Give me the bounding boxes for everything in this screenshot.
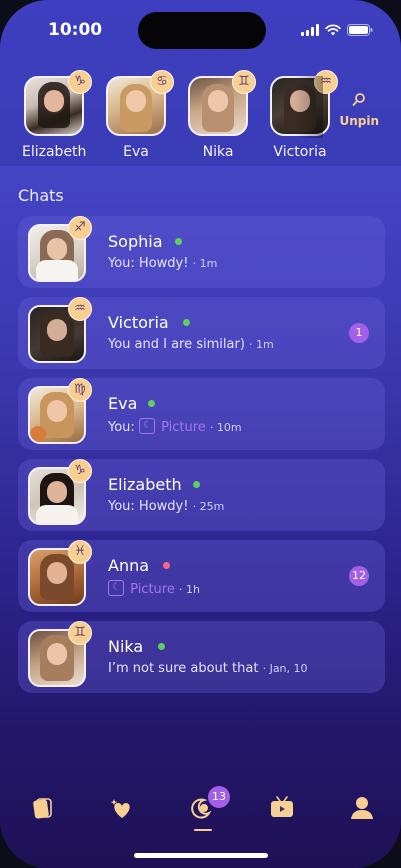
preview-time: · 10m [209,421,242,434]
chat-name: Victoria [108,313,169,332]
preview-text: I’m not sure about that [108,661,259,676]
zodiac-capricorn-icon: ♑ [68,70,92,94]
online-status-dot [148,400,155,407]
online-status-dot [183,319,190,326]
chats-title: Chats [18,186,64,205]
unread-badge: 1 [349,323,369,343]
chat-name: Anna [108,556,150,575]
tab-cards[interactable] [22,788,62,828]
home-indicator [134,853,268,858]
online-status-dot [158,643,165,650]
pin-icon [352,93,366,106]
chats-section: Chats ♐ Sophia You: Howdy! · 1m ♒ Victor… [0,166,401,868]
picture-icon: ☾ [138,418,155,434]
cards-icon [33,798,52,819]
preview-time: · Jan, 10 [262,662,308,675]
preview-text: You: Howdy! [108,499,189,514]
pinned-name: Nika [202,144,234,160]
picture-icon: ☾ [108,580,124,596]
unpin-label: Unpin [339,114,379,128]
zodiac-capricorn-icon: ♑ [68,459,92,483]
chat-name: Sophia [108,232,163,251]
preview-time: · 1m [192,257,218,270]
heart-sparkle-icon [110,799,130,818]
preview-tag: Picture [161,420,206,435]
pinned-fade [295,76,323,138]
online-status-dot [193,481,200,488]
chat-name: Eva [108,394,138,413]
active-tab-indicator [194,829,212,831]
zodiac-cancer-icon: ♋ [150,70,174,94]
dynamic-island [138,12,266,49]
zodiac-pisces-icon: ♓ [68,540,92,564]
chat-preview: You and I are similar) · 1m [108,337,274,352]
preview-time: · 25m [192,500,225,513]
chat-preview: You: Howdy! · 1m [108,256,217,271]
unread-badge: 12 [349,566,369,586]
preview-tag: Picture [130,582,175,597]
chat-row-victoria[interactable]: ♒ Victoria You and I are similar) · 1m 1 [18,297,385,369]
preview-time: · 1h [179,583,200,596]
chat-row-nika[interactable]: ♊ Nika I’m not sure about that · Jan, 10 [18,621,385,693]
zodiac-gemini-icon: ♊ [68,621,92,645]
status-time: 10:00 [48,20,103,40]
chat-row-elizabeth[interactable]: ♑ Elizabeth You: Howdy! · 25m [18,459,385,531]
tv-icon [271,796,293,817]
tab-live[interactable] [262,788,302,828]
pinned-item-nika[interactable]: ♊ Nika [186,70,256,160]
zodiac-aquarius-icon: ♒ [68,297,92,321]
zodiac-sagittarius-icon: ♐ [68,216,92,240]
cellular-signal-icon [301,24,319,36]
chat-row-sophia[interactable]: ♐ Sophia You: Howdy! · 1m [18,216,385,288]
chat-preview: You: Howdy! · 25m [108,499,224,514]
online-status-dot [175,238,182,245]
tab-matches[interactable] [102,788,142,828]
profile-icon [351,797,373,819]
chat-row-anna[interactable]: ♓ Anna ☾ Picture · 1h 12 [18,540,385,612]
chat-preview: I’m not sure about that · Jan, 10 [108,661,308,676]
pinned-name: Eva [123,144,149,160]
tab-profile[interactable] [342,788,382,828]
preview-text: You: Howdy! [108,256,189,271]
phone-screen: 10:00 ♑ Elizabeth ♋ Eva ♊ Nika ♒ Victori… [0,0,401,868]
pinned-name: Elizabeth [22,144,87,160]
chat-name: Elizabeth [108,475,182,494]
pinned-item-eva[interactable]: ♋ Eva [104,70,174,160]
preview-time: · 1m [249,338,274,351]
chat-preview: You: ☾ Picture · 10m [108,418,242,435]
pinned-chats: ♑ Elizabeth ♋ Eva ♊ Nika ♒ Victoria Unpi… [0,66,401,166]
pinned-item-elizabeth[interactable]: ♑ Elizabeth [22,70,92,160]
unpin-button[interactable]: Unpin [339,92,379,128]
away-status-dot [163,562,170,569]
status-icons [301,24,373,36]
zodiac-gemini-icon: ♊ [232,70,256,94]
pinned-name: Victoria [273,144,327,160]
zodiac-virgo-icon: ♍ [68,378,92,402]
chat-name: Nika [108,637,144,656]
preview-prefix: You: [108,420,135,435]
battery-icon [347,24,373,36]
chat-tab-badge: 13 [208,786,230,808]
chat-row-eva[interactable]: ♍ Eva You: ☾ Picture · 10m [18,378,385,450]
wifi-icon [325,24,341,36]
preview-text: You and I are similar) [108,337,245,352]
chat-preview: ☾ Picture · 1h [108,580,200,597]
